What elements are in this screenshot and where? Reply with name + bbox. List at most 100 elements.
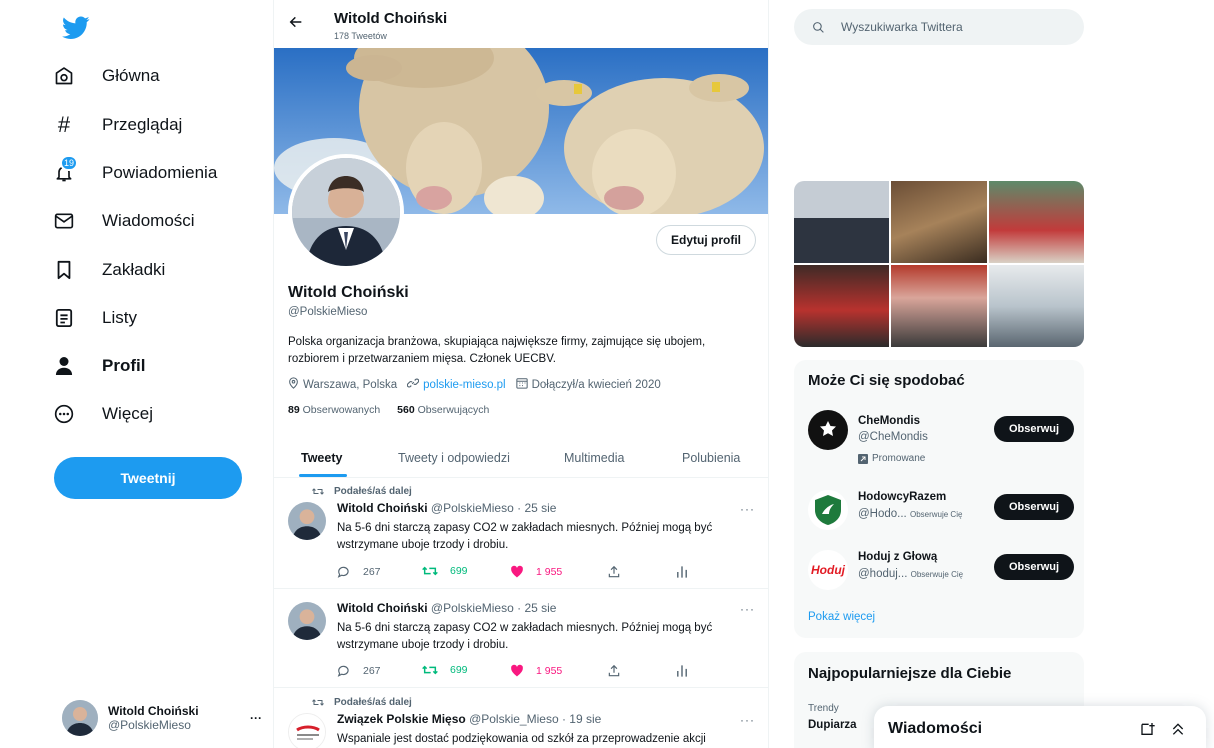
notification-badge: 19: [60, 155, 78, 171]
account-switcher[interactable]: Witold Choiński @PolskieMieso ···: [62, 698, 262, 738]
media-thumbnail[interactable]: [988, 265, 1084, 347]
search-icon: [813, 21, 824, 33]
who-to-follow-title: Może Ci się spodobać: [808, 372, 965, 389]
reply-count: 267: [363, 665, 381, 677]
retweet-small-icon: [312, 488, 324, 495]
who-to-follow-card: Może Ci się spodobać CheMondis @CheMondi…: [794, 360, 1084, 638]
following-link[interactable]: 89 Obserwowanych: [288, 404, 380, 416]
bookmark-icon: [52, 258, 76, 282]
nav-item-explore[interactable]: # Przeglądaj: [52, 105, 182, 145]
follow-suggestion[interactable]: HodowcyRazem @Hodo... Obserwuje Cię Obse…: [808, 488, 1078, 532]
heart-filled-icon: [511, 664, 523, 677]
nav-item-profile[interactable]: Profil: [52, 346, 145, 386]
nav-label: Zakładki: [102, 260, 166, 279]
followers-link[interactable]: 560 Obserwujących: [397, 404, 489, 416]
active-tab-indicator: [299, 474, 347, 477]
follow-button[interactable]: Obserwuj: [994, 554, 1074, 580]
tab-tweets-and-replies[interactable]: Tweety i odpowiedzi: [398, 438, 510, 478]
follow-suggestion[interactable]: Hoduj Hoduj z Głową @hoduj... Obserwuje …: [808, 548, 1078, 592]
tweet[interactable]: Podałeś/aś dalej Związek Polskie Mięso @…: [274, 689, 768, 748]
nav-label: Przeglądaj: [102, 115, 183, 134]
like-action[interactable]: 1 955: [510, 565, 562, 578]
suggestion-name: HodowcyRazem: [858, 491, 947, 503]
share-action[interactable]: [607, 565, 633, 579]
profile-media-grid: [794, 181, 1084, 347]
back-arrow-icon[interactable]: [288, 14, 304, 35]
tweet-text: Na 5-6 dni starczą zapasy CO2 w zakładac…: [337, 522, 713, 551]
left-navigation: Główna # Przeglądaj 19 Powiadomienia Wia…: [0, 0, 272, 748]
nav-item-home[interactable]: Główna: [52, 56, 160, 96]
tweet-more-icon[interactable]: ···: [740, 502, 755, 516]
profile-timeline: Witold Choiński 178 Tweetów Edytuj profi…: [273, 0, 769, 748]
tweet-author-name[interactable]: Witold Choiński: [337, 501, 428, 515]
share-action[interactable]: [607, 664, 633, 678]
account-handle: @PolskieMieso: [108, 718, 191, 732]
nav-item-notifications[interactable]: 19 Powiadomienia: [52, 153, 217, 193]
media-thumbnail[interactable]: [891, 265, 987, 347]
analytics-action[interactable]: [676, 565, 700, 579]
retweet-action[interactable]: 699: [422, 664, 468, 676]
nav-item-messages[interactable]: Wiadomości: [52, 201, 195, 241]
tweet-more-icon[interactable]: ···: [740, 602, 755, 616]
follow-button[interactable]: Obserwuj: [994, 416, 1074, 442]
following-count: 89: [288, 404, 300, 416]
messages-drawer[interactable]: Wiadomości: [874, 706, 1206, 748]
expand-chevron-icon[interactable]: [1170, 721, 1186, 742]
link-icon: [406, 377, 420, 392]
nav-label: Listy: [102, 308, 137, 327]
search-input[interactable]: Wyszukiwarka Twittera: [794, 9, 1084, 45]
nav-item-more[interactable]: Więcej: [52, 394, 153, 434]
nav-label: Wiadomości: [102, 211, 195, 230]
retweet-context-label: Podałeś/aś dalej: [334, 697, 412, 708]
reply-action[interactable]: 267: [337, 664, 381, 678]
tweet-avatar[interactable]: [288, 602, 326, 640]
media-thumbnail[interactable]: [891, 181, 987, 263]
tab-likes[interactable]: Polubienia: [682, 438, 740, 478]
tweet-handle-time: @PolskieMieso · 25 sie: [430, 601, 557, 615]
media-thumbnail[interactable]: [794, 181, 890, 263]
profile-bio: Polska organizacja branżowa, skupiająca …: [288, 336, 706, 365]
twitter-logo-icon[interactable]: [62, 16, 92, 46]
like-count: 1 955: [536, 565, 563, 578]
suggestion-avatar: [808, 490, 848, 530]
profile-header-bar: Witold Choiński 178 Tweetów: [274, 0, 768, 48]
reply-icon: [337, 566, 349, 578]
share-icon: [608, 664, 620, 677]
trend-name[interactable]: Dupiarza: [808, 719, 857, 731]
tweet[interactable]: Witold Choiński @PolskieMieso · 25 sie ·…: [274, 590, 768, 688]
suggestion-handle: @Hodo... Obserwuje Cię: [858, 508, 962, 520]
nav-label: Profil: [102, 356, 146, 375]
tab-media[interactable]: Multimedia: [564, 438, 624, 478]
tweet-author-name[interactable]: Witold Choiński: [337, 601, 428, 615]
mail-icon: [52, 209, 76, 233]
analytics-action[interactable]: [676, 664, 700, 678]
reply-action[interactable]: 267: [337, 565, 381, 579]
follow-suggestion[interactable]: CheMondis @CheMondis Promowane Obserwuj: [808, 410, 1078, 470]
tweet-more-icon[interactable]: ···: [740, 713, 755, 727]
tweet-avatar[interactable]: [288, 713, 326, 748]
media-thumbnail[interactable]: [794, 265, 890, 347]
profile-joined-date: Dołączył/a kwiecień 2020: [531, 378, 661, 391]
like-action[interactable]: 1 955: [510, 664, 562, 677]
show-more-link[interactable]: Pokaż więcej: [808, 611, 875, 623]
tweet-author-name[interactable]: Związek Polskie Mięso: [337, 712, 466, 726]
list-icon: [52, 306, 76, 330]
retweet-count: 699: [450, 664, 468, 676]
profile-website-link[interactable]: polskie-mieso.pl: [423, 379, 505, 391]
tweet-button[interactable]: Tweetnij: [54, 457, 242, 499]
follow-button[interactable]: Obserwuj: [994, 494, 1074, 520]
edit-profile-button[interactable]: Edytuj profil: [656, 225, 756, 255]
nav-item-bookmarks[interactable]: Zakładki: [52, 250, 165, 290]
media-thumbnail[interactable]: [988, 181, 1084, 263]
tab-tweets[interactable]: Tweety: [301, 438, 342, 478]
tweet[interactable]: Podałeś/aś dalej Witold Choiński @Polski…: [274, 478, 768, 589]
nav-item-lists[interactable]: Listy: [52, 298, 137, 338]
search-placeholder: Wyszukiwarka Twittera: [841, 20, 963, 34]
tweet-avatar[interactable]: [288, 502, 326, 540]
retweet-action[interactable]: 699: [422, 565, 468, 577]
profile-avatar[interactable]: [288, 154, 404, 270]
account-name: Witold Choiński: [108, 704, 199, 718]
account-more-icon[interactable]: ···: [250, 711, 262, 725]
header-title: Witold Choiński: [334, 10, 448, 27]
new-message-icon[interactable]: [1140, 721, 1156, 742]
